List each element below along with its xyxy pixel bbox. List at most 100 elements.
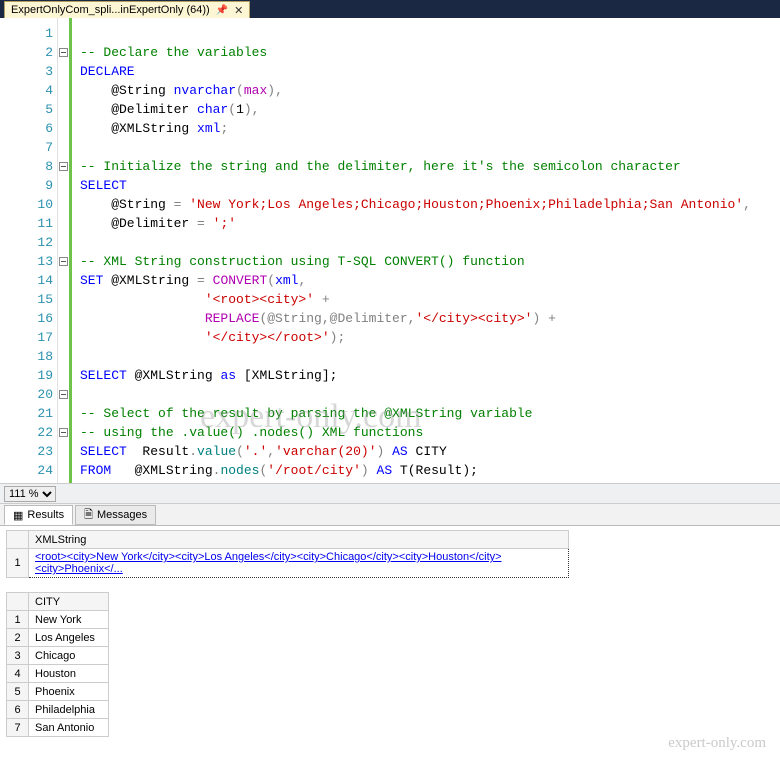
row-number[interactable]: 5 (7, 683, 29, 701)
col-header[interactable]: XMLString (29, 531, 569, 549)
fold-toggle-icon[interactable] (59, 162, 68, 171)
fold-slot (58, 24, 69, 43)
line-number: 16 (0, 309, 57, 328)
code-text: @XMLString (111, 463, 212, 478)
func: REPLACE (205, 311, 260, 326)
table-row[interactable]: 7San Antonio (7, 719, 109, 737)
fold-toggle-icon[interactable] (59, 390, 68, 399)
code-text: @String (80, 197, 174, 212)
results-panel: XMLString 1 <root><city>New York</city><… (0, 526, 780, 755)
string: '.' (244, 444, 267, 459)
tab-results[interactable]: ▦ Results (4, 505, 73, 525)
tab-label: Results (27, 509, 64, 521)
line-number: 8 (0, 157, 57, 176)
fold-slot (58, 119, 69, 138)
line-number: 5 (0, 100, 57, 119)
code-text: @Delimiter (80, 216, 197, 231)
result-grid-2[interactable]: CITY 1New York2Los Angeles3Chicago4Houst… (6, 592, 109, 737)
row-number[interactable]: 7 (7, 719, 29, 737)
title-bar: ExpertOnlyCom_spli...inExpertOnly (64)) … (0, 0, 780, 18)
cell-value[interactable]: Los Angeles (29, 629, 109, 647)
fold-strip[interactable] (58, 18, 72, 483)
fold-slot (58, 290, 69, 309)
result-grid-1[interactable]: XMLString 1 <root><city>New York</city><… (6, 530, 569, 578)
corner-cell (7, 593, 29, 611)
string: 'New York;Los Angeles;Chicago;Houston;Ph… (181, 197, 743, 212)
row-number[interactable]: 2 (7, 629, 29, 647)
row-number[interactable]: 4 (7, 665, 29, 683)
zoom-select[interactable]: 111 % (4, 486, 56, 502)
code-text (80, 330, 205, 345)
func: CONVERT (205, 273, 267, 288)
tab-title: ExpertOnlyCom_spli...inExpertOnly (64)) (11, 4, 210, 16)
cell-value[interactable]: New York (29, 611, 109, 629)
cell-value[interactable]: Chicago (29, 647, 109, 665)
fold-slot (58, 404, 69, 423)
line-number: 22 (0, 423, 57, 442)
keyword: char (197, 102, 228, 117)
line-number: 24 (0, 461, 57, 480)
line-number: 1 (0, 24, 57, 43)
keyword: AS (369, 463, 392, 478)
messages-icon: 🗎 (84, 506, 93, 525)
fold-slot (58, 62, 69, 81)
tab-label: Messages (97, 509, 147, 521)
pin-icon[interactable]: 📌 (216, 5, 228, 16)
punct: . (189, 444, 197, 459)
punct: , (267, 444, 275, 459)
tab-messages[interactable]: 🗎 Messages (75, 505, 156, 525)
keyword: as (220, 368, 236, 383)
code-text: @XMLString (103, 273, 197, 288)
table-row[interactable]: 4Houston (7, 665, 109, 683)
fold-toggle-icon[interactable] (59, 428, 68, 437)
comment: -- Initialize the string and the delimit… (80, 159, 681, 174)
comment: -- XML String construction using T-SQL C… (80, 254, 525, 269)
code-text: T(Result); (392, 463, 478, 478)
cell-value[interactable]: San Antonio (29, 719, 109, 737)
operator: = (197, 273, 205, 288)
line-number: 18 (0, 347, 57, 366)
code-text: Result (127, 444, 189, 459)
fold-toggle-icon[interactable] (59, 48, 68, 57)
fold-slot (58, 385, 69, 404)
string: '</city></root>' (205, 330, 330, 345)
sysfunc: nodes (220, 463, 259, 478)
comment: -- Declare the variables (80, 45, 267, 60)
fold-toggle-icon[interactable] (59, 257, 68, 266)
table-row[interactable]: 3Chicago (7, 647, 109, 665)
document-tab[interactable]: ExpertOnlyCom_spli...inExpertOnly (64)) … (4, 1, 250, 18)
cell-value[interactable]: Philadelphia (29, 701, 109, 719)
close-icon[interactable]: ✕ (234, 4, 243, 17)
table-row[interactable]: 6Philadelphia (7, 701, 109, 719)
row-number[interactable]: 1 (7, 611, 29, 629)
col-header[interactable]: CITY (29, 593, 109, 611)
row-number[interactable]: 6 (7, 701, 29, 719)
fold-slot (58, 271, 69, 290)
keyword: xml (275, 273, 298, 288)
table-row[interactable]: 2Los Angeles (7, 629, 109, 647)
code-editor[interactable]: 123456789101112131415161718192021222324 … (0, 18, 780, 484)
operator: + (314, 292, 330, 307)
fold-slot (58, 157, 69, 176)
fold-slot (58, 252, 69, 271)
keyword: SELECT (80, 444, 127, 459)
code-text: @Delimiter (80, 102, 197, 117)
xml-link-cell[interactable]: <root><city>New York</city><city>Los Ang… (29, 549, 569, 578)
paren: ); (330, 330, 346, 345)
keyword: SET (80, 273, 103, 288)
line-number: 10 (0, 195, 57, 214)
table-row[interactable]: 1New York (7, 611, 109, 629)
line-number: 21 (0, 404, 57, 423)
paren: ), (244, 102, 260, 117)
punct: , (298, 273, 306, 288)
row-number[interactable]: 1 (7, 549, 29, 578)
row-number[interactable]: 3 (7, 647, 29, 665)
fold-slot (58, 176, 69, 195)
table-row[interactable]: 5Phoenix (7, 683, 109, 701)
line-number: 20 (0, 385, 57, 404)
cell-value[interactable]: Houston (29, 665, 109, 683)
string: '</city><city>' (415, 311, 532, 326)
string: 'varchar(20)' (275, 444, 376, 459)
cell-value[interactable]: Phoenix (29, 683, 109, 701)
code-area[interactable]: -- Declare the variables DECLARE @String… (72, 18, 780, 483)
